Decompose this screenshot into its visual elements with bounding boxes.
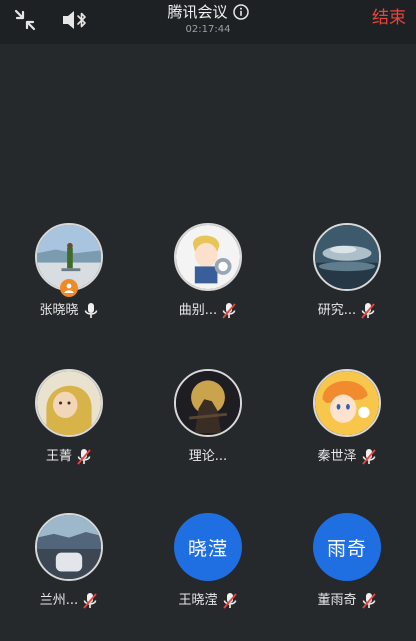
microphone-on-icon <box>83 302 99 320</box>
participant-tile[interactable]: 雨奇 董雨奇 <box>287 513 407 623</box>
meeting-title-area: 腾讯会议 02:17:44 <box>130 2 286 37</box>
microphone-muted-icon <box>222 592 238 610</box>
avatar <box>35 513 103 581</box>
host-badge-icon <box>60 279 78 297</box>
participant-tile[interactable]: 王菁 <box>9 369 129 479</box>
participant-name: 秦世泽 <box>317 449 357 464</box>
participant-name: 张晓晓 <box>39 303 79 318</box>
speaker-bluetooth-icon[interactable] <box>60 8 90 32</box>
participant-name: 董雨奇 <box>317 593 357 608</box>
participant-tile[interactable]: 研究... <box>287 223 407 333</box>
participant-name: 兰州... <box>39 593 79 608</box>
participant-name: 理论... <box>188 449 228 464</box>
avatar <box>174 223 242 291</box>
microphone-muted-icon <box>360 302 376 320</box>
microphone-muted-icon <box>82 592 98 610</box>
avatar <box>174 369 242 437</box>
participant-tile[interactable]: 理论... <box>148 369 268 479</box>
avatar: 雨奇 <box>313 513 381 581</box>
participant-tile[interactable]: 兰州... <box>9 513 129 623</box>
participant-tile[interactable]: 秦世泽 <box>287 369 407 479</box>
participant-name: 王晓滢 <box>178 593 218 608</box>
end-meeting-button[interactable]: 结束 <box>372 7 406 29</box>
microphone-muted-icon <box>221 302 237 320</box>
avatar <box>313 223 381 291</box>
participant-name: 曲别... <box>178 303 218 318</box>
participant-tile[interactable]: 曲别... <box>148 223 268 333</box>
participant-name: 研究... <box>317 303 357 318</box>
microphone-muted-icon <box>361 448 377 466</box>
meeting-timer: 02:17:44 <box>185 24 231 35</box>
top-bar: 腾讯会议 02:17:44 结束 <box>0 0 416 44</box>
participant-tile[interactable]: 晓滢 王晓滢 <box>148 513 268 623</box>
minimize-icon[interactable] <box>12 8 38 32</box>
microphone-muted-icon <box>361 592 377 610</box>
participant-tile[interactable]: 张晓晓 <box>9 223 129 333</box>
participant-name: 王菁 <box>45 449 72 464</box>
avatar <box>313 369 381 437</box>
avatar <box>35 369 103 437</box>
meeting-title: 腾讯会议 <box>167 3 228 21</box>
info-icon[interactable] <box>232 4 249 20</box>
microphone-muted-icon <box>76 448 92 466</box>
avatar: 晓滢 <box>174 513 242 581</box>
